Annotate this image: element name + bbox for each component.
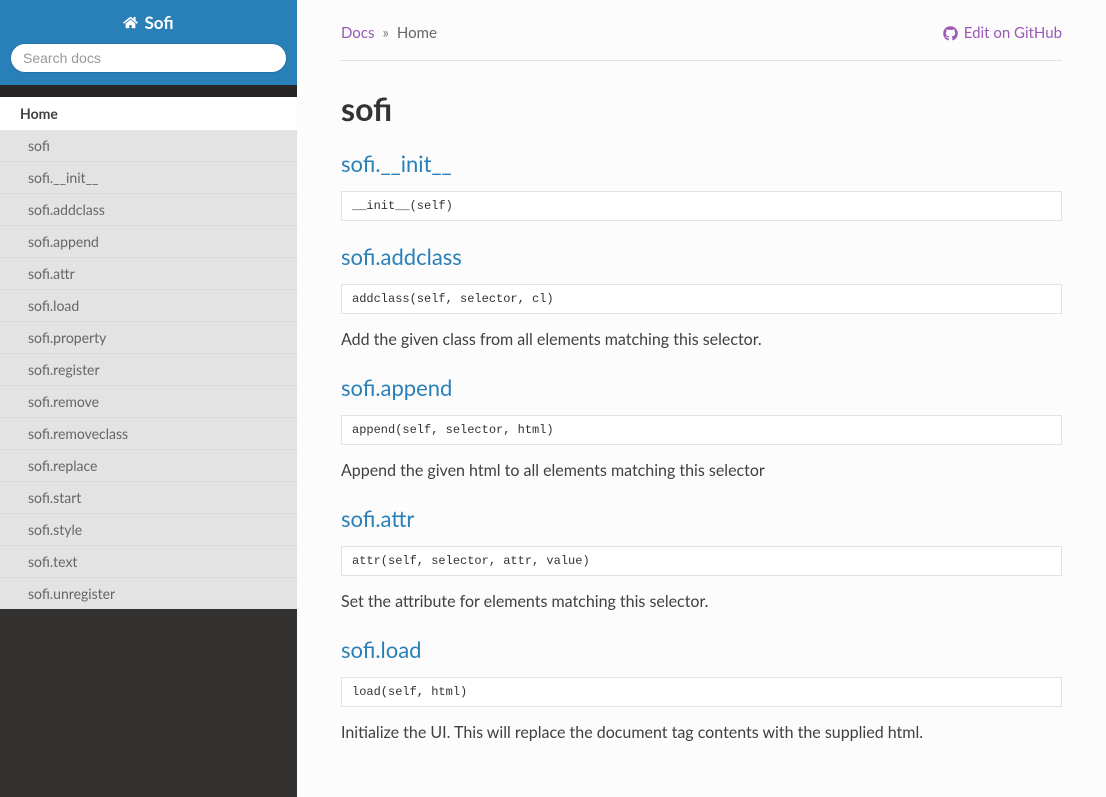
main-content: Docs » Home Edit on GitHub sofi sofi.__i… — [297, 0, 1106, 797]
sidebar-item[interactable]: sofi.removeclass — [0, 418, 297, 450]
sidebar-item[interactable]: sofi.unregister — [0, 578, 297, 609]
code-signature: load(self, html) — [341, 677, 1062, 707]
section-heading[interactable]: sofi.append — [341, 374, 1062, 401]
sidebar-item[interactable]: sofi.text — [0, 546, 297, 578]
section-description: Add the given class from all elements ma… — [341, 328, 1062, 352]
breadcrumb-root[interactable]: Docs — [341, 24, 374, 42]
section-heading[interactable]: sofi.__init__ — [341, 150, 1062, 177]
section-heading[interactable]: sofi.addclass — [341, 243, 1062, 270]
sidebar-item[interactable]: sofi.load — [0, 290, 297, 322]
sidebar-item[interactable]: sofi.start — [0, 482, 297, 514]
section-description: Append the given html to all elements ma… — [341, 459, 1062, 483]
site-title-link[interactable]: Sofi — [123, 12, 173, 33]
sidebar-header: Sofi — [0, 0, 297, 43]
breadcrumb: Docs » Home — [341, 24, 437, 42]
search-input[interactable] — [10, 43, 287, 73]
sidebar-item[interactable]: sofi.register — [0, 354, 297, 386]
sidebar-item[interactable]: sofi — [0, 130, 297, 162]
code-signature: addclass(self, selector, cl) — [341, 284, 1062, 314]
sidebar-item[interactable]: sofi.attr — [0, 258, 297, 290]
home-icon — [123, 16, 138, 29]
section-heading[interactable]: sofi.load — [341, 636, 1062, 663]
breadcrumb-current: Home — [397, 24, 437, 42]
sidebar-item[interactable]: sofi.addclass — [0, 194, 297, 226]
code-signature: attr(self, selector, attr, value) — [341, 546, 1062, 576]
breadcrumb-row: Docs » Home Edit on GitHub — [341, 24, 1062, 61]
section-description: Set the attribute for elements matching … — [341, 590, 1062, 614]
nav-list: sofisofi.__init__sofi.addclasssofi.appen… — [0, 130, 297, 609]
nav-current[interactable]: Home — [0, 97, 297, 130]
sidebar: Sofi Home sofisofi.__init__sofi.addclass… — [0, 0, 297, 797]
github-icon — [943, 26, 958, 41]
sidebar-item[interactable]: sofi.append — [0, 226, 297, 258]
section-heading[interactable]: sofi.attr — [341, 505, 1062, 532]
code-signature: append(self, selector, html) — [341, 415, 1062, 445]
nav-divider — [0, 85, 297, 97]
sidebar-item[interactable]: sofi.property — [0, 322, 297, 354]
edit-on-github-text: Edit on GitHub — [964, 24, 1062, 42]
sidebar-item[interactable]: sofi.replace — [0, 450, 297, 482]
sidebar-item[interactable]: sofi.__init__ — [0, 162, 297, 194]
code-signature: __init__(self) — [341, 191, 1062, 221]
search-wrap — [0, 43, 297, 85]
edit-on-github-link[interactable]: Edit on GitHub — [943, 24, 1062, 42]
sidebar-item[interactable]: sofi.style — [0, 514, 297, 546]
breadcrumb-sep: » — [382, 24, 388, 42]
site-title-text: Sofi — [144, 12, 173, 33]
page-title: sofi — [341, 89, 1062, 128]
section-description: Initialize the UI. This will replace the… — [341, 721, 1062, 745]
sidebar-item[interactable]: sofi.remove — [0, 386, 297, 418]
